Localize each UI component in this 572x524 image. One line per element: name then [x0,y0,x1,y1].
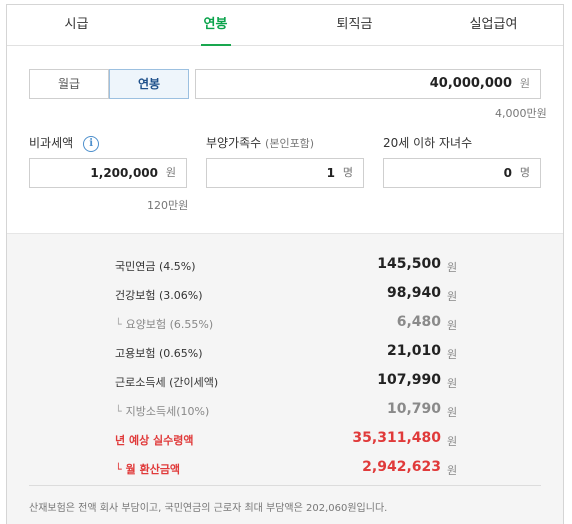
result-unit: 원 [447,464,458,477]
result-amount: 35,311,480 [352,430,441,446]
divider [29,485,541,486]
tax-free-value: 1,200,000 [90,166,158,180]
annual-button[interactable]: 연봉 [109,69,189,99]
dependents-value: 1 [326,166,335,180]
result-amount: 2,942,623 [362,459,441,475]
result-row: 국민연금 (4.5%) 145,500 원 [7,254,563,278]
result-name: └ 요양보험 (6.55%) [115,318,214,331]
result-name: 고용보험 (0.65%) [115,347,203,360]
tab-annual[interactable]: 연봉 [146,5,285,46]
children-input[interactable]: 0 명 [383,158,541,188]
tax-free-unit: 원 [165,166,176,179]
tab-hourly[interactable]: 시급 [7,5,146,45]
result-unit: 원 [447,348,458,361]
result-amount: 10,790 [386,401,441,417]
calculator-panel: 시급 연봉 퇴직금 실업급여 월급 연봉 40,000,000 원 4,000만… [6,4,564,524]
calculator-tabs: 시급 연봉 퇴직금 실업급여 [7,5,563,46]
monthly-button[interactable]: 월급 [29,69,109,99]
dependents-label-group: 부양가족수 (본인포함) [206,134,314,151]
info-icon[interactable]: i [83,135,100,152]
result-unit: 원 [447,377,458,390]
dependents-label-sub: (본인포함) [265,137,315,150]
result-name: 근로소득세 (간이세액) [115,376,219,389]
annual-net-row: 년 예상 실수령액 35,311,480 원 [7,428,563,452]
result-row: 건강보험 (3.06%) 98,940 원 [7,283,563,307]
result-row: 근로소득세 (간이세액) 107,990 원 [7,370,563,394]
result-name: 국민연금 (4.5%) [115,260,196,273]
tab-unemployment[interactable]: 실업급여 [424,5,563,45]
result-row: └ 지방소득세(10%) 10,790 원 [7,399,563,423]
result-unit: 원 [447,290,458,303]
result-name: 건강보험 (3.06%) [115,289,203,302]
children-label: 20세 이하 자녀수 [383,136,473,150]
result-unit: 원 [447,319,458,332]
results-panel: 국민연금 (4.5%) 145,500 원 건강보험 (3.06%) 98,94… [7,233,563,524]
tax-free-label-group: 비과세액 i [29,134,100,152]
result-amount: 107,990 [377,372,441,388]
children-value: 0 [503,166,512,180]
monthly-net-row: └ 월 환산금액 2,942,623 원 [7,457,563,481]
result-row: └ 요양보험 (6.55%) 6,480 원 [7,312,563,336]
result-amount: 21,010 [386,343,441,359]
children-unit: 명 [519,166,530,179]
footnote: 산재보험은 전액 회사 부담이고, 국민연금의 근로자 최대 부담액은 202,… [29,503,388,514]
result-amount: 6,480 [396,314,441,330]
result-unit: 원 [447,406,458,419]
result-name: └ 월 환산금액 [115,463,181,476]
salary-unit: 원 [519,77,530,90]
tax-free-input[interactable]: 1,200,000 원 [29,158,187,188]
result-amount: 98,940 [386,285,441,301]
salary-hint: 4,000만원 [495,107,547,120]
result-name: └ 지방소득세(10%) [115,405,210,418]
result-name: 년 예상 실수령액 [115,434,194,447]
salary-value: 40,000,000 [429,76,512,91]
tax-free-label: 비과세액 [29,136,74,150]
dependents-input[interactable]: 1 명 [206,158,364,188]
tab-severance[interactable]: 퇴직금 [285,5,424,45]
dependents-unit: 명 [342,166,353,179]
dependents-label: 부양가족수 [206,136,262,150]
result-row: 고용보험 (0.65%) 21,010 원 [7,341,563,365]
result-unit: 원 [447,435,458,448]
salary-input[interactable]: 40,000,000 원 [195,69,541,99]
tax-free-hint: 120만원 [147,199,189,212]
result-unit: 원 [447,261,458,274]
result-amount: 145,500 [377,256,441,272]
